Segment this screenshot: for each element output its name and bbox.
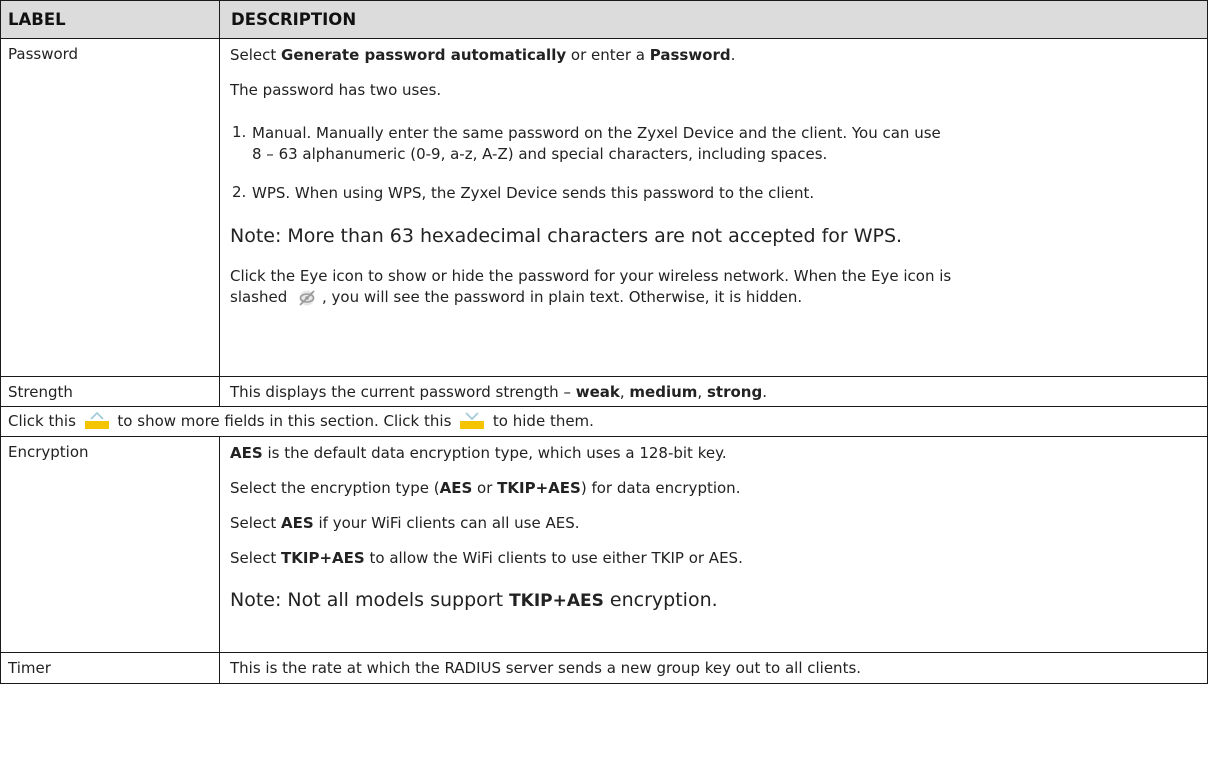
table-row-encryption: Encryption AES is the default data encry… (0, 436, 1208, 653)
folder-collapse-icon (458, 412, 486, 430)
row-description: Click this to show more fields in this s… (0, 406, 1208, 437)
table-row-timer: Timer This is the rate at which the RADI… (0, 652, 1208, 684)
description-table: LABEL DESCRIPTION Password Select Genera… (0, 0, 1208, 684)
row-description: This is the rate at which the RADIUS ser… (219, 652, 1208, 684)
row-label: Timer (0, 652, 220, 684)
row-label: Password (0, 38, 220, 377)
password-uses: The password has two uses. (230, 81, 442, 99)
note-text: Note: More than 63 hexadecimal character… (230, 225, 903, 247)
row-label: Encryption (0, 436, 220, 653)
table-row-password: Password Select Generate password automa… (0, 38, 1208, 377)
row-description: This displays the current password stren… (219, 376, 1208, 407)
note-text: Note: Not all models support TKIP+AES en… (230, 589, 718, 611)
list-item: 2. WPS. When using WPS, the Zyxel Device… (232, 183, 815, 202)
header-row: LABEL DESCRIPTION (0, 0, 1208, 39)
list-item: 1. Manual. Manually enter the same passw… (232, 123, 941, 163)
label-header: LABEL (0, 0, 220, 39)
eye-slashed-icon (294, 288, 320, 308)
row-label: Strength (0, 376, 220, 407)
row-description: Select Generate password automatically o… (219, 38, 1208, 377)
row-description: AES is the default data encryption type,… (219, 436, 1208, 653)
table-row-strength: Strength This displays the current passw… (0, 376, 1208, 407)
table-row-more-fields: Click this to show more fields in this s… (0, 406, 1208, 437)
description-header: DESCRIPTION (219, 0, 1208, 39)
folder-expand-icon (83, 411, 111, 430)
